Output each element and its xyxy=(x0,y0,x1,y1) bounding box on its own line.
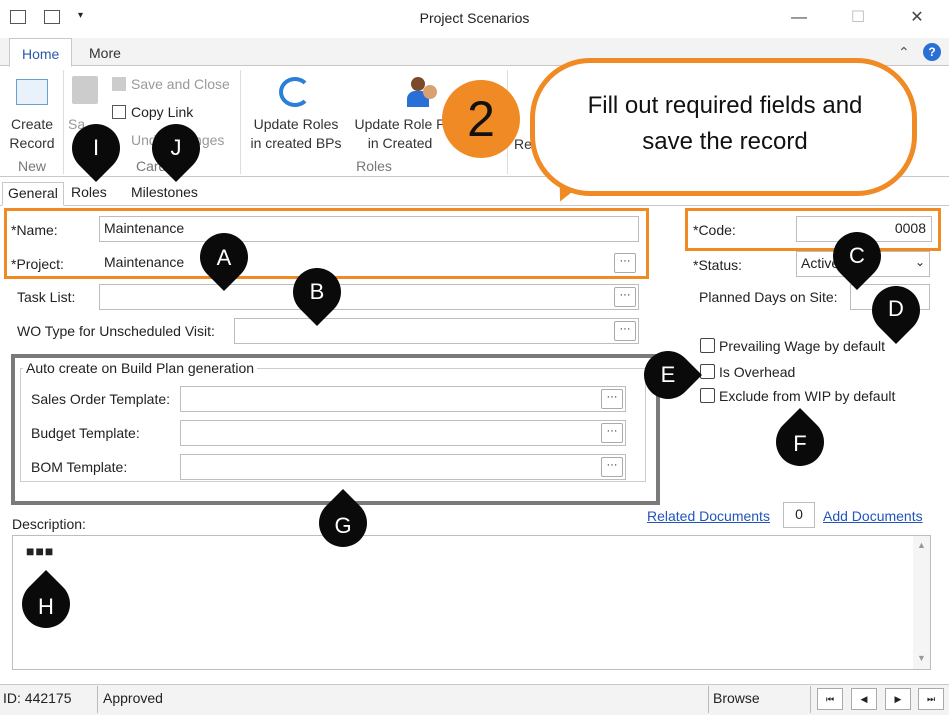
sales-order-label: Sales Order Template: xyxy=(31,391,171,407)
tab-roles[interactable]: Roles xyxy=(66,182,112,206)
nav-last-button[interactable]: ⏭ xyxy=(918,688,944,710)
prevailing-wage-label: Prevailing Wage by default xyxy=(719,338,886,354)
exclude-wip-checkbox[interactable] xyxy=(700,388,715,403)
tab-milestones[interactable]: Milestones xyxy=(126,182,203,206)
name-label: *Name: xyxy=(11,222,58,238)
group-new-label: New xyxy=(17,158,46,174)
budget-label: Budget Template: xyxy=(31,425,140,441)
task-list-label: Task List: xyxy=(17,289,76,305)
help-icon[interactable]: ? xyxy=(923,43,941,61)
marker-f-label: F xyxy=(793,431,807,456)
marker-c-label: C xyxy=(849,243,865,268)
save-and-close-button[interactable]: Save and Close xyxy=(131,76,230,92)
project-input[interactable]: Maintenance xyxy=(99,250,639,276)
nav-next-button[interactable]: ▶ xyxy=(885,688,911,710)
create-record-button[interactable]: Create Record xyxy=(4,115,60,153)
update-roles-bps-button[interactable]: Update Roles in created BPs xyxy=(246,115,346,153)
tab-home[interactable]: Home xyxy=(9,38,73,67)
planned-days-label: Planned Days on Site: xyxy=(699,289,838,305)
is-overhead-checkbox[interactable] xyxy=(700,364,715,379)
marker-g-label: G xyxy=(334,513,352,538)
update-role-created-button[interactable]: Update Role P in Created xyxy=(346,115,454,153)
nav-first-button[interactable]: ⏮ xyxy=(817,688,843,710)
description-textarea[interactable] xyxy=(12,535,931,670)
refresh-icon xyxy=(279,77,311,107)
save-icon xyxy=(72,76,98,104)
is-overhead-label: Is Overhead xyxy=(719,364,796,380)
collapse-ribbon-icon[interactable]: ⌃ xyxy=(898,44,910,61)
tab-general[interactable]: General xyxy=(2,182,64,206)
scroll-down-icon[interactable]: ▼ xyxy=(913,653,930,663)
ribbon-separator xyxy=(240,70,241,174)
marker-i-label: I xyxy=(92,135,100,160)
name-input[interactable]: Maintenance xyxy=(99,216,639,242)
scroll-up-icon[interactable]: ▲ xyxy=(913,540,930,550)
marker-a-label: A xyxy=(216,245,232,270)
status-separator xyxy=(97,686,98,713)
copy-link-button[interactable]: Copy Link xyxy=(131,104,193,120)
users-icon xyxy=(407,77,439,107)
minimize-button[interactable]: — xyxy=(784,6,814,30)
bom-lookup-button[interactable]: ··· xyxy=(601,457,623,477)
ribbon-separator xyxy=(63,70,64,174)
documents-count: 0 xyxy=(783,502,815,528)
copy-link-icon xyxy=(112,105,126,119)
wo-type-label: WO Type for Unscheduled Visit: xyxy=(17,323,215,339)
close-button[interactable]: ✕ xyxy=(902,6,932,30)
save-close-icon xyxy=(112,77,126,91)
tab-more[interactable]: More xyxy=(77,38,133,67)
record-mode: Browse xyxy=(713,690,760,706)
sales-order-lookup-button[interactable]: ··· xyxy=(601,389,623,409)
task-list-input[interactable] xyxy=(99,284,639,310)
marker-b-label: B xyxy=(309,279,325,304)
budget-lookup-button[interactable]: ··· xyxy=(601,423,623,443)
step-number-badge: 2 xyxy=(442,80,520,158)
record-id: ID: 442175 xyxy=(3,690,72,706)
bom-input[interactable] xyxy=(180,454,626,480)
create-record-icon xyxy=(16,79,48,105)
record-state: Approved xyxy=(103,690,163,706)
code-label: *Code: xyxy=(693,222,736,238)
wo-type-lookup-button[interactable]: ··· xyxy=(614,321,636,341)
marker-h-label: H xyxy=(38,594,54,619)
status-label: *Status: xyxy=(693,257,743,273)
status-separator xyxy=(810,686,811,713)
callout-text: Fill out required fields and save the re… xyxy=(587,92,863,155)
chevron-down-icon: ⌄ xyxy=(914,255,925,269)
status-separator xyxy=(708,686,709,713)
prevailing-wage-checkbox[interactable] xyxy=(700,338,715,353)
add-documents-link[interactable]: Add Documents xyxy=(823,508,923,524)
nav-prev-button[interactable]: ◀ xyxy=(851,688,877,710)
maximize-button[interactable]: ☐ xyxy=(843,6,873,30)
wo-type-input[interactable] xyxy=(234,318,639,344)
task-list-lookup-button[interactable]: ··· xyxy=(614,287,636,307)
related-documents-link[interactable]: Related Documents xyxy=(647,508,770,524)
exclude-wip-label: Exclude from WIP by default xyxy=(719,388,896,404)
description-value: ■■■ xyxy=(26,543,55,559)
budget-input[interactable] xyxy=(180,420,626,446)
marker-j-label: J xyxy=(170,135,182,160)
marker-d-label: D xyxy=(888,296,904,321)
sales-order-input[interactable] xyxy=(180,386,626,412)
description-scrollbar[interactable] xyxy=(913,536,930,669)
project-label: *Project: xyxy=(11,256,64,272)
bom-label: BOM Template: xyxy=(31,459,128,475)
marker-e-label: E xyxy=(660,362,676,387)
group-roles-label: Roles xyxy=(356,158,392,174)
autocreate-legend: Auto create on Build Plan generation xyxy=(23,360,258,376)
project-lookup-button[interactable]: ··· xyxy=(614,253,636,273)
description-label: Description: xyxy=(12,516,86,532)
